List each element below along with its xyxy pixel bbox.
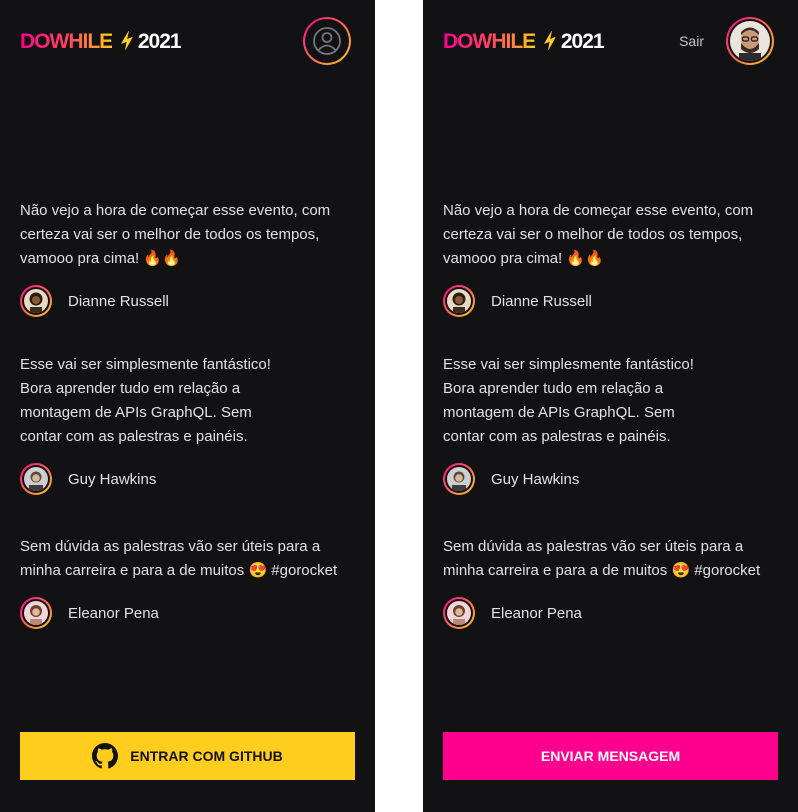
message-text: Esse vai ser simplesmente fantástico! Bo… xyxy=(443,356,694,445)
user-avatar[interactable] xyxy=(726,17,774,65)
user-avatar-photo xyxy=(730,21,770,61)
message-list: Não vejo a hora de começar esse evento, … xyxy=(443,199,778,665)
user-name: Dianne Russell xyxy=(68,292,169,310)
user-name: Eleanor Pena xyxy=(68,604,159,622)
send-message-button[interactable]: ENVIAR MENSAGEM xyxy=(443,732,778,780)
user-placeholder-icon xyxy=(307,21,347,61)
message-user: Guy Hawkins xyxy=(20,463,355,495)
message-item: Sem dúvida as palestras vão ser úteis pa… xyxy=(443,535,778,629)
header: DOWHILE ⚡ 2021 Sair xyxy=(443,17,774,65)
message-item: Não vejo a hora de começar esse evento, … xyxy=(20,199,355,317)
message-item: Esse vai ser simplesmente fantástico! Bo… xyxy=(20,353,355,495)
logo-dowhile: DOWHILE xyxy=(443,29,536,53)
avatar xyxy=(443,463,475,495)
message-user: Dianne Russell xyxy=(443,285,778,317)
github-icon xyxy=(92,743,119,769)
message-text: Sem dúvida as palestras vão ser úteis pa… xyxy=(443,538,761,579)
logged-in-screen: DOWHILE ⚡ 2021 Sair Não vejo a hora de c… xyxy=(423,0,798,812)
sign-in-github-button[interactable]: ENTRAR COM GITHUB xyxy=(20,732,355,780)
message-user: Dianne Russell xyxy=(20,285,355,317)
message-item: Sem dúvida as palestras vão ser úteis pa… xyxy=(20,535,355,629)
message-text: Esse vai ser simplesmente fantástico! Bo… xyxy=(20,356,271,445)
message-text: Não vejo a hora de começar esse evento, … xyxy=(443,202,754,267)
header: DOWHILE ⚡ 2021 xyxy=(20,17,351,65)
message-item: Esse vai ser simplesmente fantástico! Bo… xyxy=(443,353,778,495)
user-name: Guy Hawkins xyxy=(68,470,157,488)
avatar xyxy=(20,463,52,495)
message-text: Não vejo a hora de começar esse evento, … xyxy=(20,202,331,267)
user-name: Eleanor Pena xyxy=(491,604,582,622)
message-user: Guy Hawkins xyxy=(443,463,778,495)
avatar xyxy=(20,597,52,629)
logged-out-screen: DOWHILE ⚡ 2021 Não vejo a hora de começa… xyxy=(0,0,375,812)
user-name: Guy Hawkins xyxy=(491,470,580,488)
avatar xyxy=(20,285,52,317)
logo-year: 2021 xyxy=(560,29,605,53)
avatar xyxy=(443,285,475,317)
message-item: Não vejo a hora de começar esse evento, … xyxy=(443,199,778,317)
app-stage: DOWHILE ⚡ 2021 Não vejo a hora de começa… xyxy=(0,0,798,812)
user-avatar-button[interactable] xyxy=(303,17,351,65)
logo-dowhile: DOWHILE xyxy=(20,29,113,53)
logo-year: 2021 xyxy=(137,29,182,53)
logo: DOWHILE ⚡ 2021 xyxy=(443,29,605,53)
sign-out-link[interactable]: Sair xyxy=(679,33,704,49)
logo: DOWHILE ⚡ 2021 xyxy=(20,29,182,53)
sign-in-github-label: ENTRAR COM GITHUB xyxy=(130,748,283,764)
message-list: Não vejo a hora de começar esse evento, … xyxy=(20,199,355,665)
rocket-spark-icon: ⚡ xyxy=(115,29,139,53)
message-user: Eleanor Pena xyxy=(443,597,778,629)
avatar xyxy=(443,597,475,629)
message-text: Sem dúvida as palestras vão ser úteis pa… xyxy=(20,538,338,579)
rocket-spark-icon: ⚡ xyxy=(538,29,562,53)
user-name: Dianne Russell xyxy=(491,292,592,310)
message-user: Eleanor Pena xyxy=(20,597,355,629)
send-message-label: ENVIAR MENSAGEM xyxy=(540,748,681,764)
header-actions: Sair xyxy=(679,17,774,65)
